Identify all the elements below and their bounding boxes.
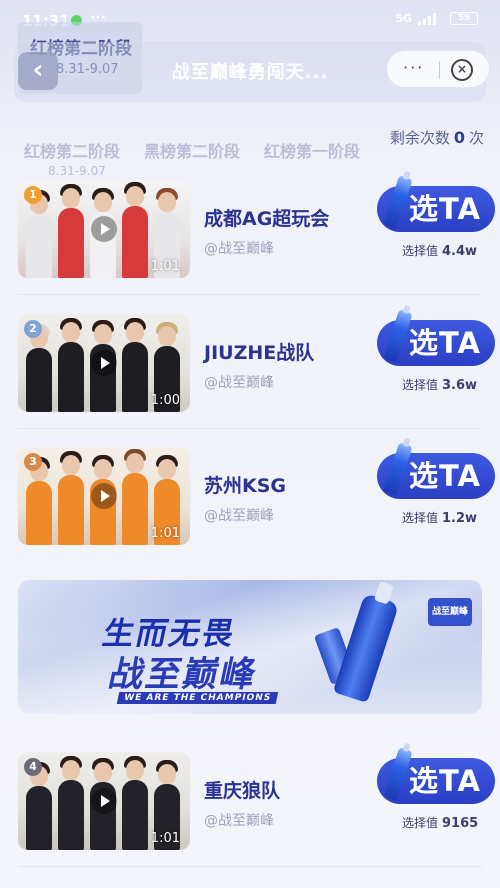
rank-badge: 2 bbox=[24, 320, 42, 338]
play-icon[interactable] bbox=[91, 350, 117, 376]
select-button-label: 选TA bbox=[409, 764, 481, 798]
votes-value: 4.4w bbox=[442, 244, 478, 259]
votes-value: 9165 bbox=[442, 816, 479, 831]
list-item[interactable]: 1 1:01 成都AG超玩会 @战至巅峰 选TA 选择值 4.4w bbox=[0, 175, 500, 300]
select-team-button[interactable]: 选TA bbox=[377, 175, 495, 232]
votes-label: 选择值 bbox=[402, 378, 439, 392]
video-duration: 1:01 bbox=[150, 831, 180, 846]
video-thumbnail[interactable]: 2 1:00 bbox=[18, 314, 190, 412]
divider bbox=[18, 428, 482, 429]
tab-red-stage-2-date: 8.31-9.07 bbox=[48, 164, 106, 178]
team-author: @战至巅峰 bbox=[204, 375, 274, 391]
video-thumbnail[interactable]: 1 1:01 bbox=[18, 180, 190, 278]
vote-count: 选择值 4.4w bbox=[402, 242, 477, 259]
video-thumbnail[interactable]: 4 1:01 bbox=[18, 752, 190, 850]
divider bbox=[18, 866, 482, 867]
votes-label: 选择值 bbox=[402, 816, 439, 830]
rank-badge: 1 bbox=[24, 186, 42, 204]
votes-label: 选择值 bbox=[402, 511, 439, 525]
tab-red-stage-2[interactable]: 红榜第二阶段 bbox=[24, 138, 120, 162]
video-duration: 1:00 bbox=[150, 393, 180, 408]
banner-slogan-line2: 战至巅峰 bbox=[105, 655, 262, 695]
vote-count: 选择值 3.6w bbox=[402, 376, 477, 393]
rank-badge: 3 bbox=[24, 453, 42, 471]
team-name: 成都AG超玩会 bbox=[204, 208, 330, 230]
video-thumbnail[interactable]: 3 1:01 bbox=[18, 447, 190, 545]
play-icon[interactable] bbox=[91, 483, 117, 509]
list-item[interactable]: 3 1:01 苏州KSG @战至巅峰 选TA 选择值 1.2w bbox=[0, 442, 500, 567]
select-team-button[interactable]: 选TA bbox=[377, 747, 495, 804]
tab-red-stage-1[interactable]: 红榜第一阶段 bbox=[264, 138, 360, 162]
team-author: @战至巅峰 bbox=[204, 508, 274, 524]
team-name: JIUZHE战队 bbox=[204, 342, 315, 364]
team-name: 重庆狼队 bbox=[204, 780, 281, 802]
mini-program-capsule: ··· × bbox=[386, 50, 490, 88]
select-button-label: 选TA bbox=[409, 192, 481, 226]
play-icon[interactable] bbox=[91, 788, 117, 814]
votes-value: 1.2w bbox=[442, 511, 478, 526]
promo-banner[interactable]: 生而无畏 战至巅峰 WE ARE THE CHAMPIONS 战至巅峰 bbox=[18, 580, 482, 714]
banner-tagline: WE ARE THE CHAMPIONS bbox=[116, 692, 279, 704]
capsule-divider bbox=[439, 61, 440, 79]
votes-label: 选择值 bbox=[402, 244, 439, 258]
network-label: 5G bbox=[395, 12, 412, 25]
vote-count: 选择值 9165 bbox=[402, 814, 478, 831]
votes-value: 3.6w bbox=[442, 378, 478, 393]
page-title: 战至巅峰勇闯天... bbox=[171, 62, 329, 83]
video-duration: 1:01 bbox=[150, 259, 180, 274]
list-item[interactable]: 4 1:01 重庆狼队 @战至巅峰 选TA 选择值 9165 bbox=[0, 747, 500, 872]
team-author: @战至巅峰 bbox=[204, 813, 274, 829]
divider bbox=[18, 294, 482, 295]
more-dots-icon[interactable]: ··· bbox=[403, 58, 424, 77]
play-icon[interactable] bbox=[91, 216, 117, 242]
team-name: 苏州KSG bbox=[204, 475, 287, 497]
chevron-left-icon: ‹ bbox=[32, 55, 44, 85]
select-team-button[interactable]: 选TA bbox=[377, 309, 495, 366]
back-button[interactable]: ‹ bbox=[18, 52, 58, 90]
list-item[interactable]: 2 1:00 JIUZHE战队 @战至巅峰 选TA 选择值 3.6w bbox=[0, 309, 500, 434]
video-duration: 1:01 bbox=[150, 526, 180, 541]
status-indicators: 5G 59 bbox=[395, 12, 478, 25]
select-button-label: 选TA bbox=[409, 326, 481, 360]
vote-count: 选择值 1.2w bbox=[402, 509, 477, 526]
signal-icon bbox=[418, 12, 444, 25]
rank-badge: 4 bbox=[24, 758, 42, 776]
select-team-button[interactable]: 选TA bbox=[377, 442, 495, 499]
tab-black-stage-2[interactable]: 黑榜第二阶段 bbox=[144, 138, 240, 162]
event-logo: 战至巅峰 bbox=[428, 598, 472, 626]
battery-icon: 59 bbox=[450, 12, 478, 25]
select-button-label: 选TA bbox=[409, 459, 481, 493]
team-author: @战至巅峰 bbox=[204, 241, 274, 257]
close-circle-icon[interactable]: × bbox=[451, 59, 473, 81]
